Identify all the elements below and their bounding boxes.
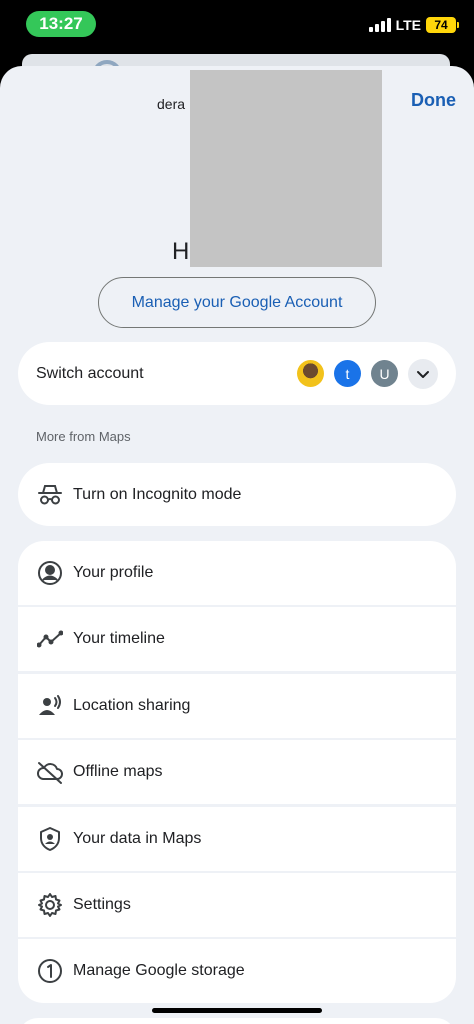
menu-item-your-data-in-maps[interactable]: Your data in Maps <box>18 806 456 871</box>
menu-item-label: Your profile <box>73 564 154 581</box>
manage-account-button[interactable]: Manage your Google Account <box>98 277 376 328</box>
account-avatars: t U <box>297 358 438 389</box>
redacted-profile-area <box>190 70 382 267</box>
menu-item-label: Location sharing <box>73 696 191 714</box>
menu-item-settings[interactable]: Settings <box>18 872 456 937</box>
menu-item-your-timeline[interactable]: Your timeline <box>18 607 456 672</box>
switch-account-label: Switch account <box>36 364 144 382</box>
profile-icon <box>36 559 64 587</box>
section-header: More from Maps <box>36 429 131 444</box>
done-button[interactable]: Done <box>411 90 456 111</box>
status-indicators: LTE 74 <box>368 17 459 33</box>
signal-icon <box>368 18 391 32</box>
incognito-row[interactable]: Turn on Incognito mode <box>18 463 456 526</box>
menu-item-label: Offline maps <box>73 763 163 781</box>
settings-gear-icon <box>36 891 64 919</box>
avatar-photo[interactable] <box>297 360 324 387</box>
chevron-down-icon[interactable] <box>408 358 438 389</box>
avatar-t[interactable]: t <box>334 360 361 387</box>
switch-account-row[interactable]: Switch account t U <box>18 342 456 405</box>
account-sheet: dera Done H Manage your Google Account S… <box>0 66 474 1024</box>
menu-item-label: Settings <box>73 895 131 913</box>
menu-list: Your profile Your timeline Location shar… <box>18 541 456 1006</box>
avatar-u[interactable]: U <box>371 360 398 387</box>
account-email: dera <box>157 96 186 112</box>
storage-icon <box>36 957 64 985</box>
data-shield-icon <box>36 825 64 853</box>
network-label: LTE <box>395 17 421 33</box>
next-card-peek <box>18 1018 456 1024</box>
menu-item-your-profile[interactable]: Your profile <box>18 541 456 605</box>
timeline-icon <box>36 625 64 653</box>
battery-icon: 74 <box>426 17 459 33</box>
menu-item-label: Your data in Maps <box>73 829 202 847</box>
location-sharing-icon <box>36 692 64 720</box>
offline-maps-icon <box>36 758 64 786</box>
menu-item-label: Your timeline <box>73 630 165 648</box>
home-indicator[interactable] <box>152 1008 322 1013</box>
menu-item-location-sharing[interactable]: Location sharing <box>18 673 456 738</box>
menu-item-manage-google-storage[interactable]: Manage Google storage <box>18 939 456 1004</box>
menu-item-offline-maps[interactable]: Offline maps <box>18 740 456 805</box>
status-time: 13:27 <box>26 11 96 37</box>
incognito-icon <box>36 481 64 509</box>
incognito-label: Turn on Incognito mode <box>73 485 242 503</box>
greeting-text: H <box>172 238 190 265</box>
menu-item-label: Manage Google storage <box>73 962 245 980</box>
